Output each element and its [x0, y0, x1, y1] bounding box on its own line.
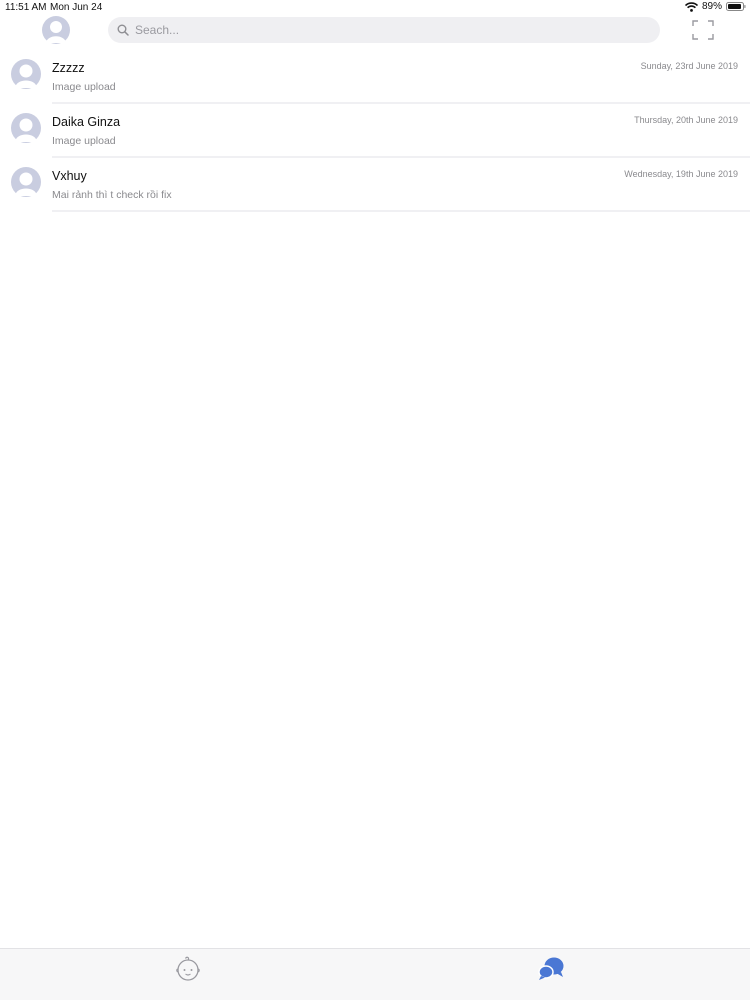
search-icon [117, 24, 129, 36]
conversation-name: Vxhuy [52, 169, 87, 183]
conversation-item[interactable]: Zzzzz Image upload Sunday, 23rd June 201… [0, 50, 750, 104]
conversation-item[interactable]: Vxhuy Mai rảnh thì t check rồi fix Wedne… [0, 158, 750, 212]
contact-avatar-icon [11, 113, 41, 143]
baby-face-icon[interactable] [174, 955, 202, 983]
search-bar[interactable] [108, 17, 660, 43]
wifi-icon [684, 1, 698, 12]
status-bar: 11:51 AM Mon Jun 24 89% [0, 0, 750, 14]
conversation-preview: Image upload [52, 135, 116, 147]
tab-bar [0, 948, 750, 1000]
chat-bubbles-icon[interactable] [537, 955, 565, 983]
user-avatar-icon[interactable] [42, 16, 70, 44]
conversation-item[interactable]: Daika Ginza Image upload Thursday, 20th … [0, 104, 750, 158]
status-date: Mon Jun 24 [50, 2, 103, 13]
contact-avatar-icon [11, 59, 41, 89]
scan-frame-icon[interactable] [692, 20, 714, 40]
divider [52, 210, 750, 212]
conversation-date: Thursday, 20th June 2019 [634, 115, 738, 125]
battery-icon [726, 2, 746, 11]
status-indicators: 89% [684, 1, 746, 12]
status-time: 11:51 AM [5, 2, 47, 13]
conversation-preview: Image upload [52, 81, 116, 93]
conversation-name: Zzzzz [52, 61, 85, 75]
battery-percent: 89% [701, 1, 722, 12]
conversation-preview: Mai rảnh thì t check rồi fix [52, 189, 172, 201]
conversation-name: Daika Ginza [52, 115, 121, 129]
conversation-date: Sunday, 23rd June 2019 [640, 61, 738, 71]
chat-list-screen: 11:51 AM Mon Jun 24 89% Seach... Zzzzz I… [0, 0, 750, 1000]
conversation-date: Wednesday, 19th June 2019 [624, 169, 738, 179]
search-input[interactable] [135, 23, 635, 37]
contact-avatar-icon [11, 167, 41, 197]
conversation-list: Zzzzz Image upload Sunday, 23rd June 201… [0, 50, 750, 212]
header [0, 14, 750, 46]
